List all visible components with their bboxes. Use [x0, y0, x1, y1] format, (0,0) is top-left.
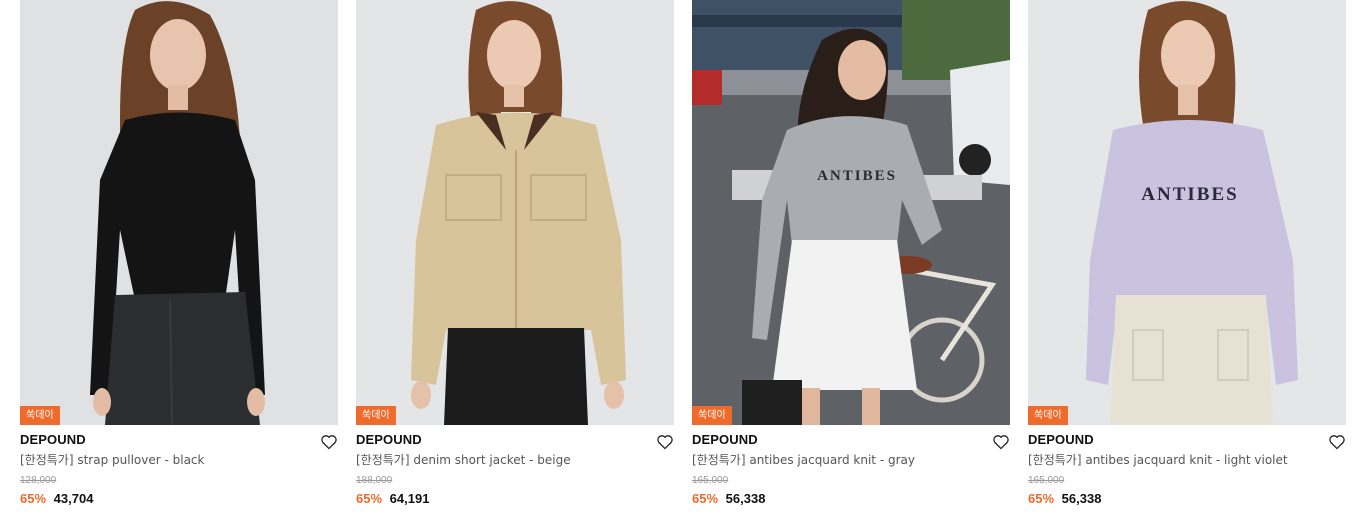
sale-price: 56,338 [1061, 491, 1102, 506]
price-row: 65% 56,338 [1028, 491, 1346, 507]
discount-rate: 65% [356, 491, 383, 506]
original-price: 165,000 [1028, 475, 1065, 486]
price-row: 65% 64,191 [356, 491, 674, 507]
product-image[interactable]: ANTIBES 쑥데이 [692, 0, 1010, 425]
brand-row: DEPOUND [20, 429, 338, 451]
heart-outline-icon[interactable] [1328, 434, 1346, 450]
brand-row: DEPOUND [692, 429, 1010, 451]
sweater-print: ANTIBES [817, 168, 897, 184]
sale-price: 43,704 [53, 491, 94, 506]
original-price: 165,000 [692, 475, 729, 486]
product-image[interactable]: ANTIBES 쑥데이 [1028, 0, 1346, 425]
original-price: 128,000 [20, 475, 57, 486]
brand-row: DEPOUND [1028, 429, 1346, 451]
price-row: 65% 56,338 [692, 491, 1010, 507]
sweater-print: ANTIBES [1141, 184, 1238, 205]
product-card[interactable]: 쑥데이 DEPOUND [한정특가] strap pullover - blac… [20, 0, 338, 507]
brand-name[interactable]: DEPOUND [356, 422, 422, 458]
heart-outline-icon[interactable] [320, 434, 338, 450]
price-row: 65% 43,704 [20, 491, 338, 507]
original-price: 188,000 [356, 475, 393, 486]
discount-rate: 65% [20, 491, 47, 506]
heart-outline-icon[interactable] [992, 434, 1010, 450]
product-grid: 쑥데이 DEPOUND [한정특가] strap pullover - blac… [20, 0, 1346, 507]
product-card[interactable]: 쑥데이 DEPOUND [한정특가] denim short jacket - … [356, 0, 674, 507]
discount-rate: 65% [1028, 491, 1055, 506]
brand-name[interactable]: DEPOUND [692, 422, 758, 458]
discount-rate: 65% [692, 491, 719, 506]
product-image[interactable]: 쑥데이 [20, 0, 338, 425]
sale-price: 64,191 [389, 491, 430, 506]
product-card[interactable]: ANTIBES 쑥데이 DEPOUND [한정특가] antibes jacqu… [692, 0, 1010, 507]
heart-outline-icon[interactable] [656, 434, 674, 450]
product-image[interactable]: 쑥데이 [356, 0, 674, 425]
sale-price: 56,338 [725, 491, 766, 506]
brand-name[interactable]: DEPOUND [1028, 422, 1094, 458]
product-card[interactable]: ANTIBES 쑥데이 DEPOUND [한정특가] antibes jacqu… [1028, 0, 1346, 507]
brand-name[interactable]: DEPOUND [20, 422, 86, 458]
brand-row: DEPOUND [356, 429, 674, 451]
